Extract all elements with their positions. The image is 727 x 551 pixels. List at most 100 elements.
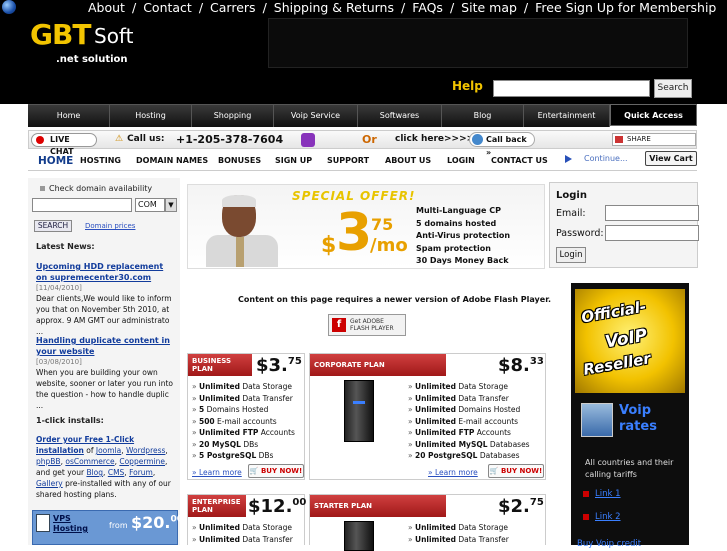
person-photo <box>202 191 280 267</box>
extra-blog[interactable]: Blog <box>86 468 103 477</box>
subnav-about-us[interactable]: ABOUT US <box>385 151 431 171</box>
voip-rates-text: All countries and their calling tariffs <box>585 458 674 479</box>
vps-hosting-box[interactable]: VPS Hosting from $20.00 <box>32 510 183 545</box>
call-back-button[interactable]: Call back » <box>469 132 535 157</box>
plan-price-main: $2. <box>498 496 530 517</box>
voip-sidebar: Official- VoIP Reseller Voip rates All co… <box>571 283 689 549</box>
plan-price-main: $12. <box>248 496 293 517</box>
subnav-contact-us[interactable]: CONTACT US <box>491 151 548 171</box>
logo[interactable]: GBT Soft .net solution <box>30 18 155 66</box>
app-phpbb[interactable]: phpBB <box>36 457 61 466</box>
subnav-bonuses[interactable]: BONUSES <box>218 151 261 171</box>
plan-name-line-1: CORPORATE PLAN <box>314 361 385 369</box>
quick-access[interactable]: Quick Access <box>610 104 697 126</box>
top-link-shipping[interactable]: Shipping & Returns <box>272 0 396 15</box>
domain-search-button[interactable]: SEARCH <box>34 220 72 232</box>
server-lights <box>353 401 365 404</box>
subnav-hosting[interactable]: HOSTING <box>80 151 121 171</box>
subnav-domain-names[interactable]: DOMAIN NAMES <box>136 151 208 171</box>
special-price: 3 <box>336 203 373 263</box>
view-cart-button[interactable]: View Cart <box>645 151 697 166</box>
password-field[interactable] <box>605 225 699 241</box>
email-field[interactable] <box>605 205 699 221</box>
special-feature: Spam protection <box>416 243 491 253</box>
top-link-sitemap[interactable]: Site map <box>459 0 519 15</box>
plan-price-cents: 33 <box>529 356 544 367</box>
reseller-line-2: VoIP <box>603 325 649 353</box>
call-us: ⚠ Call us: <box>115 134 164 144</box>
flash-message: Content on this page requires a newer ve… <box>238 295 552 304</box>
extra-gallery[interactable]: Gallery <box>36 479 63 488</box>
extra-cms[interactable]: CMS <box>108 468 124 477</box>
plan-corporate: CORPORATE PLAN $8.33 Unlimited Data Stor… <box>309 353 546 480</box>
live-chat-button[interactable]: LIVE CHAT <box>31 133 97 156</box>
header-banner <box>268 18 688 68</box>
domain-input[interactable] <box>32 198 132 212</box>
logo-gbt: GBT <box>30 18 91 51</box>
top-link-about[interactable]: About <box>86 0 127 15</box>
subnav-signup[interactable]: SIGN UP <box>275 151 312 171</box>
vps-from: from <box>109 521 128 530</box>
main-navigation: Home Hosting Shopping Voip Service Softw… <box>28 104 697 127</box>
skype-icon[interactable] <box>301 133 315 147</box>
special-cents: 75 <box>371 215 394 234</box>
learn-more-link[interactable]: » Learn more <box>428 468 478 477</box>
nav-blog[interactable]: Blog <box>442 105 524 127</box>
voip-link-1[interactable]: Link 1 <box>583 489 621 499</box>
voip-rates[interactable]: Voip rates <box>575 399 685 443</box>
top-link-contact[interactable]: Contact <box>141 0 194 15</box>
search-button[interactable]: Search <box>654 79 692 98</box>
subnav-support[interactable]: SUPPORT <box>327 151 369 171</box>
plan-price: $2.75 <box>498 496 544 517</box>
plan-feature: 500 E-mail accounts <box>192 416 295 428</box>
vps-price: $20.00 <box>131 513 183 532</box>
voip-link-2[interactable]: Link 2 <box>583 512 621 522</box>
buy-now-button[interactable]: 🛒 BUY NOW! <box>248 464 304 478</box>
app-coppermine[interactable]: Coppermine <box>119 457 165 466</box>
vps-label[interactable]: VPS Hosting <box>53 514 89 534</box>
nav-hosting[interactable]: Hosting <box>110 105 192 127</box>
news-title-1[interactable]: Upcoming HDD replacement on supremecente… <box>36 261 176 283</box>
plan-features: Unlimited Data Storage Unlimited Data Tr… <box>408 522 509 545</box>
top-link-faqs[interactable]: FAQs <box>410 0 445 15</box>
app-joomla[interactable]: Joomla <box>96 446 121 455</box>
top-link-signup[interactable]: Free Sign Up for Membership <box>533 0 718 15</box>
left-sidebar: Check domain availability COM ▼ SEARCH D… <box>28 178 183 545</box>
nav-voip-service[interactable]: Voip Service <box>274 105 358 127</box>
share-button[interactable]: SHARE <box>612 133 696 146</box>
subnav-home[interactable]: HOME <box>38 151 73 171</box>
nav-home[interactable]: Home <box>28 105 110 127</box>
bullet-icon <box>40 186 45 191</box>
app-wordpress[interactable]: Wordpress <box>126 446 165 455</box>
news-title-2[interactable]: Handling duplicate content in your websi… <box>36 335 176 357</box>
continue-label: Continue... <box>584 154 628 163</box>
plan-business: BUSINESSPLAN $3.75 Unlimited Data Storag… <box>187 353 305 480</box>
plan-feature: Unlimited E-mail accounts <box>408 416 530 428</box>
nav-softwares[interactable]: Softwares <box>358 105 442 127</box>
get-flash-button[interactable]: f Get ADOBE FLASH PLAYER <box>328 314 406 336</box>
nav-entertainment[interactable]: Entertainment <box>524 105 610 127</box>
email-label: Email: <box>556 208 586 219</box>
login-box: Login Email: Password: Login <box>549 182 699 268</box>
news-text-2: When you are building your own website, … <box>36 368 174 410</box>
subnav-login[interactable]: LOGIN <box>447 151 475 171</box>
extra-forum[interactable]: Forum <box>129 468 153 477</box>
continue-link[interactable]: Continue... <box>565 154 628 163</box>
search-input[interactable] <box>493 80 650 97</box>
voip-reseller-badge[interactable]: Official- VoIP Reseller <box>575 289 685 393</box>
top-link-carrers[interactable]: Carrers <box>208 0 258 15</box>
domain-prices-link[interactable]: Domain prices <box>85 222 135 230</box>
buy-voip-credit-link[interactable]: Buy Voip credit <box>577 539 641 549</box>
app-oscommerce[interactable]: osCommerce <box>65 457 114 466</box>
tld-select[interactable]: COM <box>135 198 165 212</box>
news-date-1: [11/04/2010] <box>36 284 82 292</box>
buy-now-button[interactable]: 🛒 BUY NOW! <box>488 464 544 478</box>
chevron-down-icon[interactable]: ▼ <box>165 198 177 212</box>
login-button[interactable]: Login <box>556 247 586 263</box>
special-offer-banner[interactable]: SPECIAL OFFER! $ 3 75 /mo Multi-Language… <box>187 184 545 269</box>
click-here-link[interactable]: click here>>>> <box>395 134 474 144</box>
plan-feature: Unlimited Data Transfer <box>192 534 293 546</box>
learn-more-link[interactable]: » Learn more <box>192 468 242 477</box>
password-label: Password: <box>556 228 604 239</box>
nav-shopping[interactable]: Shopping <box>192 105 274 127</box>
